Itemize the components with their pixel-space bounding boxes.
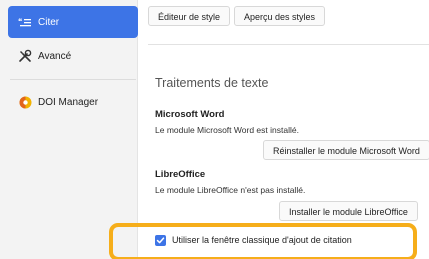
classic-dialog-label[interactable]: Utiliser la fenêtre classique d'ajout de… bbox=[172, 235, 352, 245]
sidebar-divider bbox=[10, 79, 136, 80]
style-editor-button[interactable]: Éditeur de style bbox=[148, 6, 231, 26]
sidebar-item-doi-manager[interactable]: DOI Manager bbox=[8, 88, 138, 116]
doi-manager-icon bbox=[18, 95, 32, 109]
cite-icon: ❝ bbox=[18, 15, 32, 29]
word-status-text: Le module Microsoft Word est installé. bbox=[155, 125, 299, 135]
sidebar-item-label: Avancé bbox=[38, 50, 72, 62]
sidebar-item-citer[interactable]: ❝ Citer bbox=[8, 6, 138, 38]
preferences-sidebar: ❝ Citer Avancé DOI Manager bbox=[0, 0, 138, 259]
libreoffice-heading: LibreOffice bbox=[155, 169, 206, 180]
section-divider bbox=[148, 44, 429, 45]
checkmark-icon bbox=[156, 237, 165, 244]
tools-icon bbox=[18, 49, 32, 63]
sidebar-item-label: DOI Manager bbox=[38, 96, 99, 108]
word-heading: Microsoft Word bbox=[155, 109, 225, 120]
sidebar-item-avance[interactable]: Avancé bbox=[8, 42, 138, 70]
classic-dialog-checkbox[interactable] bbox=[155, 235, 166, 246]
sidebar-item-label: Citer bbox=[38, 16, 60, 28]
section-title: Traitements de texte bbox=[155, 76, 269, 90]
install-libreoffice-button[interactable]: Installer le module LibreOffice bbox=[279, 201, 418, 221]
libreoffice-status-text: Le module LibreOffice n'est pas installé… bbox=[155, 185, 306, 195]
reinstall-word-button[interactable]: Réinstaller le module Microsoft Word bbox=[263, 140, 429, 160]
style-preview-button[interactable]: Aperçu des styles bbox=[234, 6, 326, 26]
preferences-content: Éditeur de style Aperçu des styles Trait… bbox=[138, 0, 429, 259]
svg-text:❝: ❝ bbox=[18, 17, 22, 26]
